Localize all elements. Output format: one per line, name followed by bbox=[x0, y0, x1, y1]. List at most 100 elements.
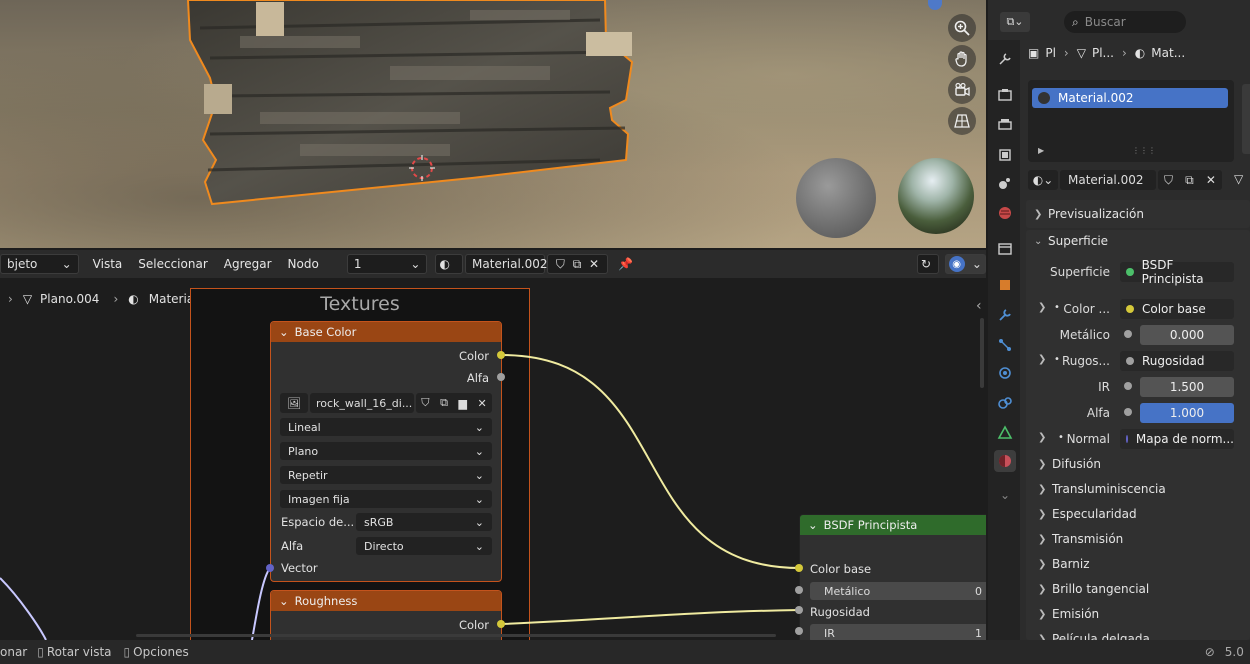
subpanel-especularidad[interactable]: ❯ Especularidad bbox=[1038, 502, 1250, 526]
sidebar-toggle-icon[interactable]: ‹ bbox=[976, 298, 982, 314]
constraints-icon[interactable] bbox=[994, 392, 1016, 414]
menu-vista[interactable]: Vista bbox=[85, 257, 131, 271]
breadcrumb-material[interactable]: Mat... bbox=[1151, 46, 1185, 60]
breadcrumb-mesh[interactable]: Pl... bbox=[1092, 46, 1114, 60]
subpanel-transluminiscencia[interactable]: ❯ Transluminiscencia bbox=[1038, 477, 1250, 501]
image-name-field[interactable]: rock_wall_16_di... bbox=[310, 393, 414, 413]
node-canvas[interactable]: › ▽ Plano.004 › ◐ Material.002 Textures … bbox=[0, 278, 986, 640]
menu-nodo[interactable]: Nodo bbox=[280, 257, 327, 271]
alpha-dropdown[interactable]: Directo ⌄ bbox=[356, 537, 492, 555]
view-layer-icon[interactable] bbox=[994, 144, 1016, 166]
socket-color-out[interactable] bbox=[497, 620, 505, 628]
mode-dropdown[interactable]: bjeto ⌄ bbox=[0, 254, 79, 274]
metallic-field[interactable]: Metálico 0 bbox=[810, 582, 986, 600]
material-browse-button[interactable]: ◐⌄ bbox=[1028, 170, 1058, 190]
world-icon[interactable] bbox=[994, 202, 1016, 224]
slot-dropdown[interactable]: 1 ⌄ bbox=[346, 254, 428, 274]
material-name-field[interactable]: Material.002 bbox=[465, 254, 548, 274]
alpha-value-field[interactable]: 1.000 bbox=[1140, 403, 1234, 423]
pin-icon[interactable]: 📌 bbox=[618, 257, 633, 271]
duplicate-icon[interactable]: ⧉ bbox=[1185, 173, 1194, 188]
physics-icon[interactable] bbox=[994, 362, 1016, 384]
socket-roughness-in[interactable] bbox=[795, 606, 803, 614]
chevron-down-icon[interactable]: ⌄ bbox=[994, 484, 1016, 506]
material-name-field[interactable]: Material.002 bbox=[1060, 170, 1156, 190]
material-browse-button[interactable]: ◐ bbox=[435, 254, 464, 274]
roughness-link-field[interactable]: Rugosidad bbox=[1120, 351, 1234, 371]
folder-icon[interactable]: ▆ bbox=[458, 397, 466, 410]
colorspace-dropdown[interactable]: sRGB ⌄ bbox=[356, 513, 492, 531]
chevron-right-icon[interactable]: ❯ bbox=[1038, 302, 1046, 313]
roughness-node[interactable]: ⌄ Roughness Color bbox=[270, 590, 502, 640]
socket-ior-in[interactable] bbox=[795, 627, 803, 635]
object-icon[interactable] bbox=[994, 274, 1016, 296]
chevron-right-icon[interactable]: ❯ bbox=[1038, 354, 1046, 365]
mesh-icon[interactable]: ▽ bbox=[1234, 172, 1243, 186]
normal-link-field[interactable]: Mapa de norm... bbox=[1120, 429, 1234, 449]
collection-icon[interactable] bbox=[994, 238, 1016, 260]
metallic-value-field[interactable]: 0.000 bbox=[1140, 325, 1234, 345]
chevron-right-icon[interactable]: ❯ bbox=[1038, 432, 1046, 443]
material-slot-list[interactable]: Material.002 ▶ ⋮⋮⋮ bbox=[1028, 80, 1234, 162]
base-color-node[interactable]: ⌄ Base Color Color Alfa 🖼 rock_wall_16_di… bbox=[270, 321, 502, 582]
duplicate-icon[interactable]: ⧉ bbox=[573, 257, 582, 272]
shield-icon[interactable]: ⛉ bbox=[421, 396, 429, 410]
surface-shader-field[interactable]: BSDF Principista bbox=[1120, 258, 1234, 286]
subpanel-pelicula-delgada[interactable]: ❯ Película delgada bbox=[1038, 627, 1250, 640]
node-header[interactable]: ⌄ BSDF Principista bbox=[800, 515, 986, 535]
shield-icon[interactable]: ⛉ bbox=[556, 257, 565, 272]
shield-icon[interactable]: ⛉ bbox=[1164, 173, 1173, 188]
search-input[interactable]: ⌕ Buscar bbox=[1064, 11, 1186, 33]
output-icon[interactable] bbox=[994, 114, 1016, 136]
expand-icon[interactable]: ▶ bbox=[1038, 146, 1044, 155]
horizontal-scrollbar[interactable] bbox=[136, 634, 776, 637]
camera-icon[interactable] bbox=[948, 76, 976, 104]
image-icon[interactable]: 🖼 bbox=[280, 393, 308, 413]
close-icon[interactable]: ✕ bbox=[477, 397, 486, 410]
ior-field[interactable]: IR 1 bbox=[810, 624, 986, 640]
socket-metallic-in[interactable] bbox=[795, 586, 803, 594]
data-icon[interactable] bbox=[994, 422, 1016, 444]
close-icon[interactable]: ✕ bbox=[1206, 173, 1216, 187]
editor-type-icon[interactable]: ⧉⌄ bbox=[1000, 12, 1030, 32]
socket-color-out[interactable] bbox=[497, 351, 505, 359]
grid-icon[interactable] bbox=[948, 107, 976, 135]
material-slot-item[interactable]: Material.002 bbox=[1032, 88, 1228, 108]
socket-vector-in[interactable] bbox=[266, 564, 274, 572]
close-icon[interactable]: ✕ bbox=[589, 257, 599, 271]
hand-icon[interactable] bbox=[948, 45, 976, 73]
color-link-field[interactable]: Color base bbox=[1120, 299, 1234, 319]
3d-viewport[interactable] bbox=[0, 0, 986, 248]
duplicate-icon[interactable]: ⧉ bbox=[440, 396, 448, 410]
source-dropdown[interactable]: Imagen fija ⌄ bbox=[280, 490, 492, 508]
subpanel-barniz[interactable]: ❯ Barniz bbox=[1038, 552, 1250, 576]
socket-color-base-in[interactable] bbox=[795, 564, 803, 572]
menu-seleccionar[interactable]: Seleccionar bbox=[130, 257, 215, 271]
slot-side-buttons[interactable] bbox=[1242, 84, 1250, 154]
breadcrumb-object[interactable]: Pl bbox=[1045, 46, 1056, 60]
menu-agregar[interactable]: Agregar bbox=[216, 257, 280, 271]
scene-icon[interactable] bbox=[994, 172, 1016, 194]
node-header[interactable]: ⌄ Roughness bbox=[271, 591, 501, 611]
panel-surface[interactable]: ⌄ Superficie bbox=[1034, 229, 1250, 253]
subpanel-difusion[interactable]: ❯ Difusión bbox=[1038, 452, 1250, 476]
material-icon[interactable] bbox=[994, 450, 1016, 472]
panel-preview[interactable]: ❯ Previsualización bbox=[1034, 202, 1250, 226]
extension-dropdown[interactable]: Repetir ⌄ bbox=[280, 466, 492, 484]
tool-icon[interactable] bbox=[994, 48, 1016, 70]
subpanel-emision[interactable]: ❯ Emisión bbox=[1038, 602, 1250, 626]
subpanel-brillo-tangencial[interactable]: ❯ Brillo tangencial bbox=[1038, 577, 1250, 601]
zoom-icon[interactable] bbox=[948, 14, 976, 42]
node-header[interactable]: ⌄ Base Color bbox=[271, 322, 501, 342]
modifier-icon[interactable] bbox=[994, 304, 1016, 326]
interpolation-dropdown[interactable]: Lineal ⌄ bbox=[280, 418, 492, 436]
gizmo-toggle[interactable]: ◉ ⌄ bbox=[944, 254, 986, 274]
ior-value-field[interactable]: 1.500 bbox=[1140, 377, 1234, 397]
render-icon[interactable] bbox=[994, 84, 1016, 106]
resize-handle-icon[interactable]: ⋮⋮⋮ bbox=[1132, 146, 1156, 155]
projection-dropdown[interactable]: Plano ⌄ bbox=[280, 442, 492, 460]
bsdf-node[interactable]: ⌄ BSDF Principista Color base Metálico 0 R… bbox=[799, 514, 986, 640]
socket-alpha-out[interactable] bbox=[497, 373, 505, 381]
vertical-scrollbar[interactable] bbox=[980, 318, 984, 388]
subpanel-transmision[interactable]: ❯ Transmisión bbox=[1038, 527, 1250, 551]
